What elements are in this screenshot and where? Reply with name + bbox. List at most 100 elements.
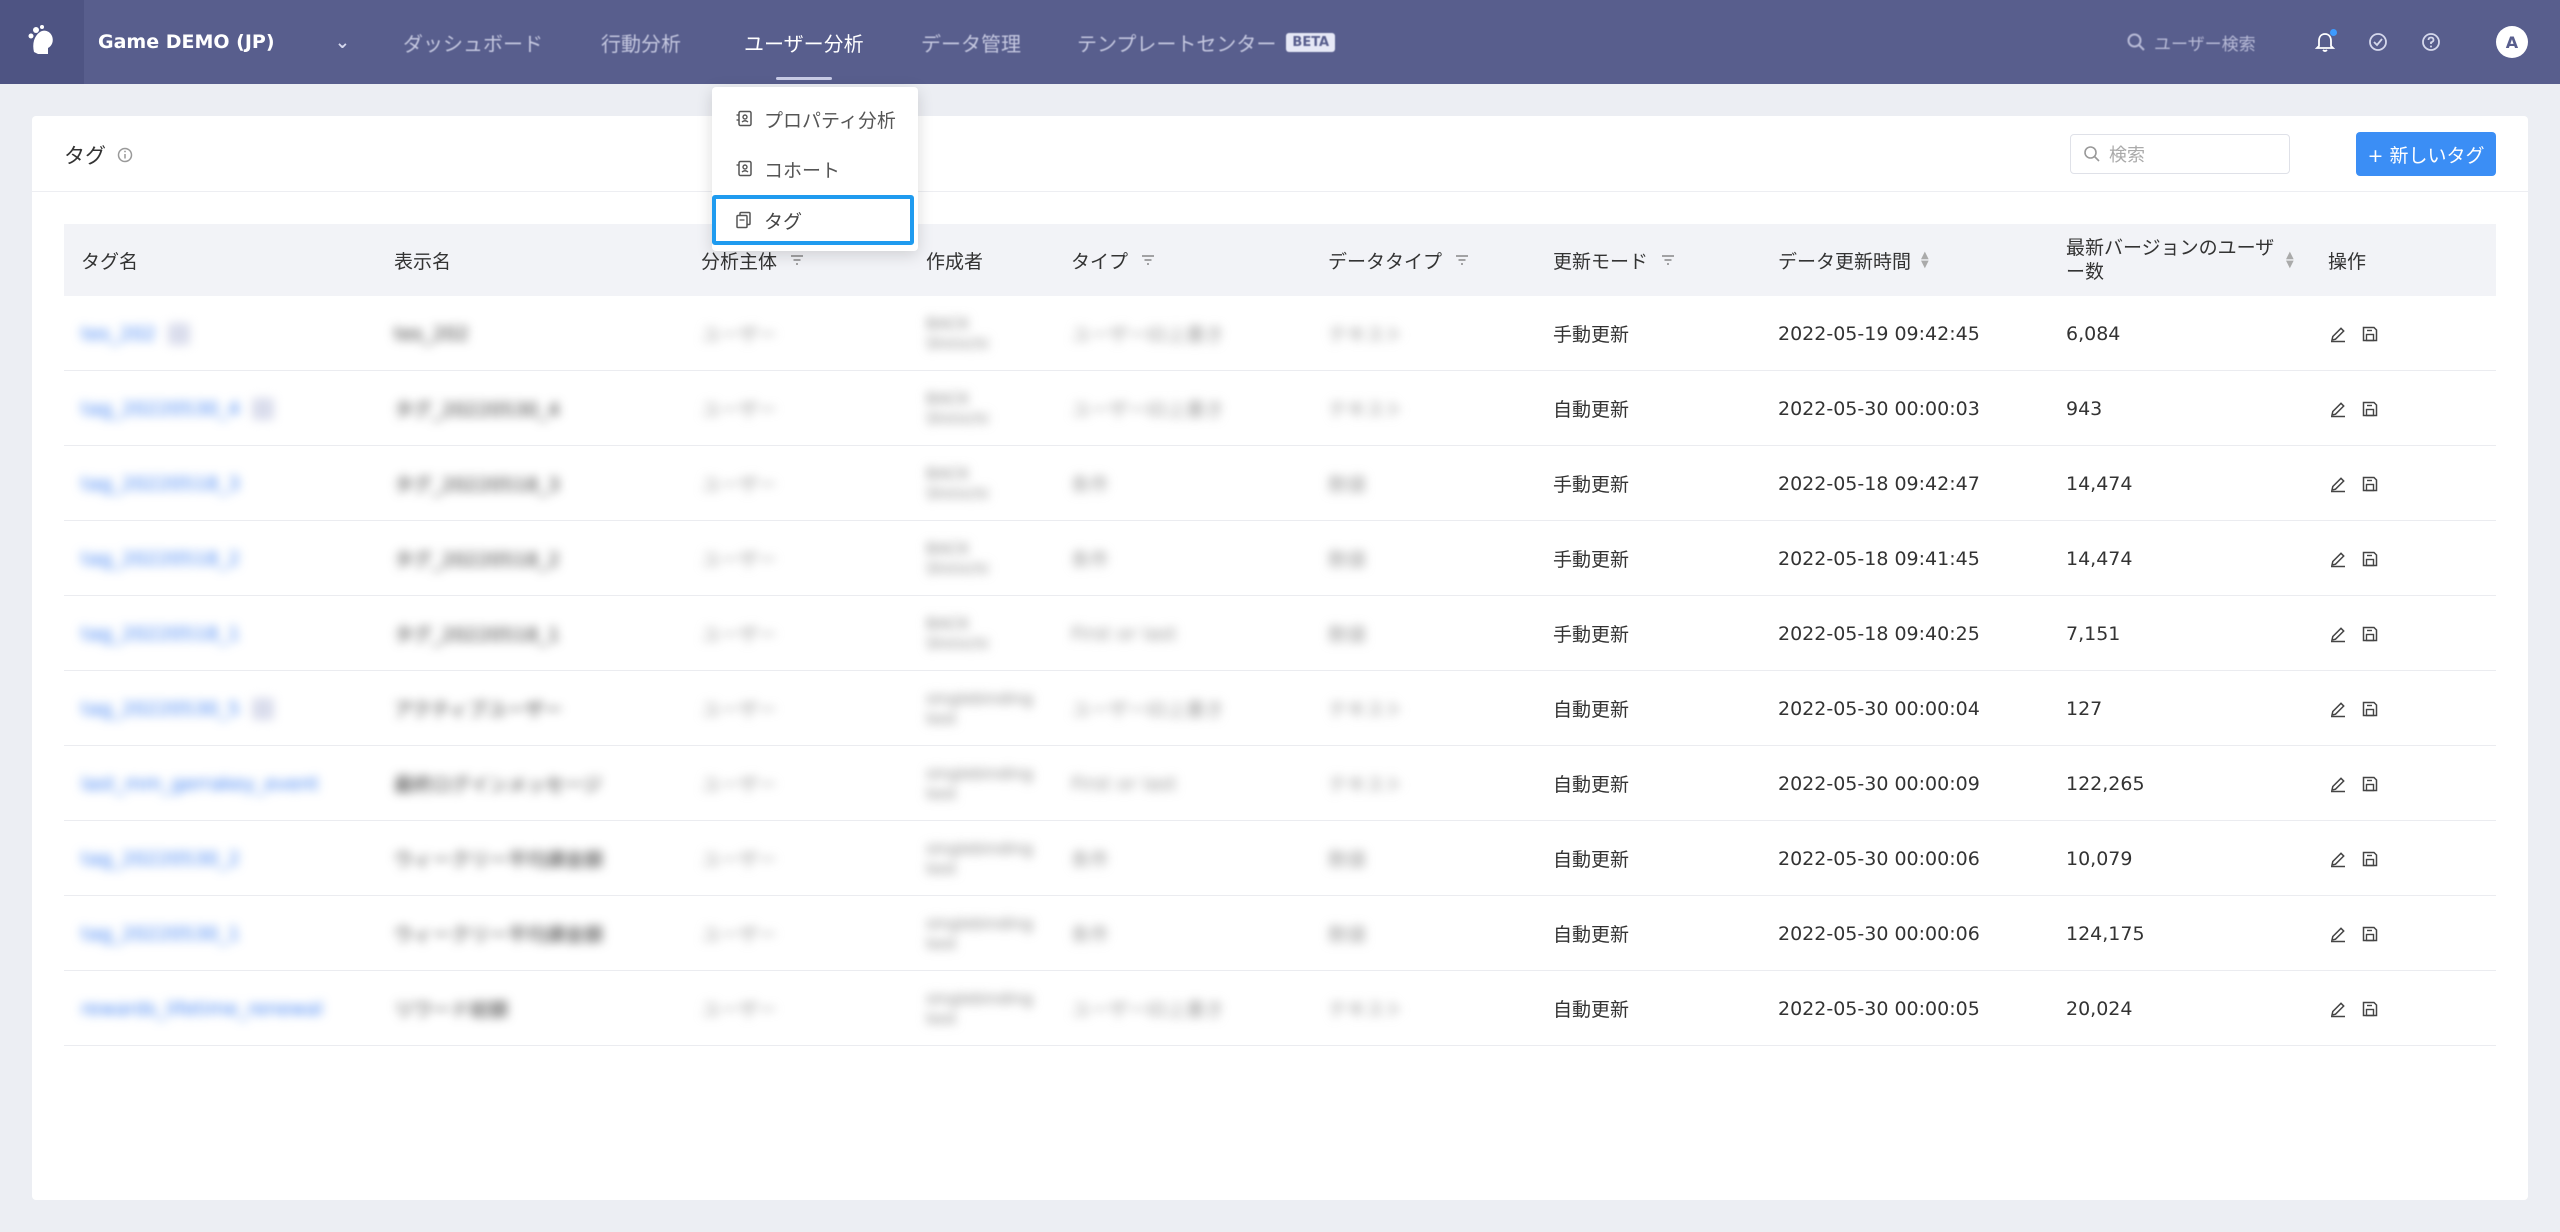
filter-icon[interactable] [1454,252,1470,268]
cell-data-type-text: テキスト [1328,699,1404,721]
cell-user-count-text: 14,474 [2066,547,2133,570]
save-icon[interactable] [2360,624,2380,644]
edit-icon[interactable] [2328,924,2348,944]
sort-icon[interactable]: ▲ ▼ [1921,251,1929,270]
cell-tag-name[interactable]: rewards_lifetime_renewal [81,971,323,1046]
filter-icon[interactable] [1140,252,1156,268]
cell-tag-name-text[interactable]: rewards_lifetime_renewal [81,998,323,1020]
cell-user-count-text: 20,024 [2066,997,2133,1020]
edit-icon[interactable] [2328,699,2348,719]
cell-display-name: アクティブユーザー [394,671,563,746]
cell-creator: singlebinding test [926,971,1036,1046]
cell-tag-name-text[interactable]: tag_20220530_1 [81,923,240,945]
project-selector[interactable]: Game DEMO (JP) ⌄ [98,0,360,84]
cell-creator-text: singlebinding test [926,763,1034,803]
cell-tag-name-text[interactable]: tag_20220518_2 [81,548,240,570]
nav-behavior-analysis[interactable]: 行動分析 [601,0,681,84]
tag-search-input[interactable]: 検索 [2070,134,2290,174]
save-icon[interactable] [2360,699,2380,719]
sort-icon[interactable]: ▲ ▼ [2286,251,2294,270]
cell-tag-name[interactable]: tag_20220530_1 [81,896,240,971]
cell-subject-text: ユーザー [701,324,777,346]
menu-property-analysis[interactable]: プロパティ分析 [712,94,918,144]
nav-user-analysis[interactable]: ユーザー分析 [744,0,864,84]
save-icon[interactable] [2360,774,2380,794]
edit-icon[interactable] [2328,474,2348,494]
app-logo[interactable] [0,0,84,84]
menu-tag[interactable]: タグ [712,195,914,245]
cell-tag-name[interactable]: tag_20220530_2 [81,821,240,896]
cell-display-name-text: ウィークリー平均課金額 [394,849,604,871]
cell-subject-text: ユーザー [701,999,777,1021]
tag-search-placeholder: 検索 [2109,145,2145,166]
new-tag-button[interactable]: + 新しいタグ [2356,132,2496,176]
cell-tag-name-text[interactable]: tag_20220518_1 [81,623,240,645]
save-icon[interactable] [2360,549,2380,569]
save-icon[interactable] [2360,924,2380,944]
property-icon [736,110,752,127]
cell-tag-name[interactable]: tag_20220530_4 [81,371,274,446]
notification-button[interactable] [2311,28,2339,56]
cell-tag-name-text[interactable]: last_mm_gerrakey_event [81,773,319,795]
cell-creator: singlebinding test [926,746,1036,821]
cell-tag-name-text[interactable]: tes_202 [81,323,156,345]
help-button[interactable] [2417,28,2445,56]
col-update-time[interactable]: データ更新時間 ▲ ▼ [1778,224,1929,296]
cell-tag-name[interactable]: tag_20220518_2 [81,521,240,596]
menu-cohort[interactable]: コホート [712,144,918,194]
cell-update-mode-text: 自動更新 [1553,999,1630,1021]
avatar[interactable]: A [2496,26,2528,58]
cell-subject-text: ユーザー [701,474,777,496]
logo-icon [28,25,53,54]
cell-tag-name-text[interactable]: tag_20220530_4 [81,398,240,420]
page-title-text: タグ [64,144,106,168]
cell-user-count: 7,151 [2066,596,2120,671]
cell-tag-name[interactable]: tag_20220530_5 [81,671,274,746]
save-icon[interactable] [2360,399,2380,419]
edit-icon[interactable] [2328,399,2348,419]
cell-tag-name[interactable]: last_mm_gerrakey_event [81,746,319,821]
nav-data-management[interactable]: データ管理 [921,0,1021,84]
info-icon[interactable] [116,146,134,164]
col-user-count[interactable]: 最新バージョンのユーザー数 ▲ ▼ [2066,224,2306,296]
edit-icon[interactable] [2328,849,2348,869]
tag-type-icon [167,322,190,345]
cell-subject-text: ユーザー [701,699,777,721]
cell-update-time: 2022-05-30 00:00:06 [1778,896,1980,971]
nav-dashboard[interactable]: ダッシュボード [403,0,543,84]
cell-subject: ユーザー [701,446,777,521]
cell-tag-name-text[interactable]: tag_20220518_3 [81,473,240,495]
tasks-button[interactable] [2364,28,2392,56]
cell-type: 条件 [1071,896,1109,971]
col-update-mode[interactable]: 更新モード [1553,224,1676,296]
cell-type: ユーザーID上書き [1071,971,1224,1046]
cell-tag-name-text[interactable]: tag_20220530_2 [81,848,240,870]
save-icon[interactable] [2360,849,2380,869]
edit-icon[interactable] [2328,624,2348,644]
edit-icon[interactable] [2328,999,2348,1019]
edit-icon[interactable] [2328,774,2348,794]
cell-tag-name[interactable]: tes_202 [81,296,190,371]
edit-icon[interactable] [2328,324,2348,344]
filter-icon[interactable] [1660,252,1676,268]
cell-creator: BACK Shinichi [926,596,1036,671]
save-icon[interactable] [2360,474,2380,494]
cell-data-type: 数値 [1328,596,1366,671]
table-row: rewards_lifetime_renewal リワード総額 ユーザー single… [64,971,2496,1046]
filter-icon[interactable] [789,252,805,268]
notification-dot [2330,29,2337,36]
save-icon[interactable] [2360,999,2380,1019]
nav-template-center[interactable]: テンプレートセンター BETA [1077,0,1336,84]
cell-creator: singlebinding test [926,896,1036,971]
col-user-count-label: 最新バージョンのユーザー数 [2066,237,2275,283]
cell-creator-text: singlebinding test [926,988,1034,1028]
col-type[interactable]: タイプ [1071,224,1156,296]
col-data-type[interactable]: データタイプ [1328,224,1470,296]
user-search[interactable]: ユーザー検索 [2126,0,2256,84]
edit-icon[interactable] [2328,549,2348,569]
save-icon[interactable] [2360,324,2380,344]
cell-tag-name[interactable]: tag_20220518_1 [81,596,240,671]
cell-tag-name-text[interactable]: tag_20220530_5 [81,698,240,720]
cell-tag-name[interactable]: tag_20220518_3 [81,446,240,521]
cell-update-mode-text: 手動更新 [1553,474,1630,496]
